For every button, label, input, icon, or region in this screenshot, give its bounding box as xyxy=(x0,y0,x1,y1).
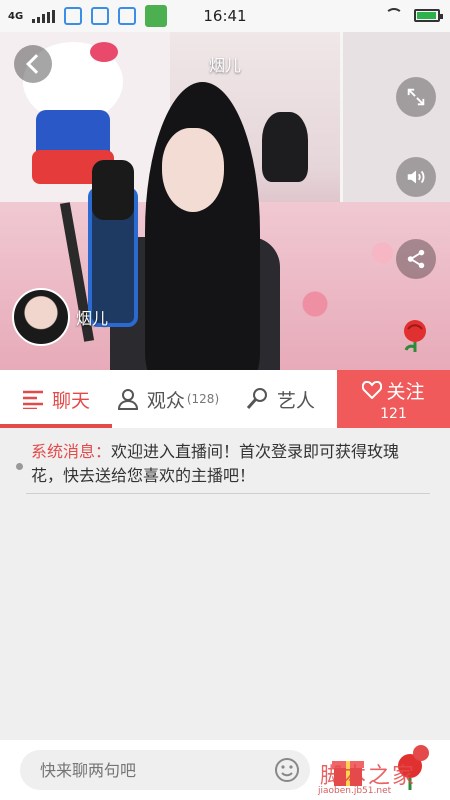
tab-audience[interactable]: 观众 (128) xyxy=(112,370,224,428)
battery-icon xyxy=(414,8,443,22)
status-bar: 4G 16:41 xyxy=(0,0,450,32)
tab-chat[interactable]: 聊天 xyxy=(0,370,112,428)
host-info[interactable]: 烟儿 xyxy=(12,288,108,346)
fullscreen-button[interactable] xyxy=(396,77,436,117)
volume-button[interactable] xyxy=(396,157,436,197)
rose-icon[interactable] xyxy=(398,318,432,354)
follow-button[interactable]: 关注 121 xyxy=(337,370,450,428)
host-avatar[interactable] xyxy=(12,288,70,346)
usb-notification-icon xyxy=(118,7,137,25)
usb-debug-icon xyxy=(145,5,168,27)
host-name: 烟儿 xyxy=(76,309,109,328)
fullscreen-icon xyxy=(407,88,425,106)
watermark-url: jiaoben.jb51.net xyxy=(318,786,392,796)
tab-audience-label: 观众 xyxy=(146,389,185,412)
artist-mic-icon xyxy=(246,388,267,409)
security-notification-icon xyxy=(91,7,110,25)
audience-count: (128) xyxy=(186,392,220,406)
wifi-icon xyxy=(384,8,403,22)
live-video[interactable]: 烟儿 烟儿 xyxy=(0,32,450,370)
follow-count: 121 xyxy=(380,405,407,422)
heart-icon xyxy=(362,381,383,399)
chat-messages: 系统消息：欢迎进入直播间！首次登录即可获得玫瑰花，快去送给您喜欢的主播吧！ xyxy=(0,428,450,740)
emoji-icon[interactable] xyxy=(274,757,300,783)
room-name: 烟儿 xyxy=(208,56,241,75)
share-button[interactable] xyxy=(396,239,436,279)
audience-icon xyxy=(117,389,138,410)
network-type: 4G xyxy=(8,10,24,22)
share-icon xyxy=(407,249,425,269)
chat-list-icon xyxy=(22,390,43,409)
chat-input[interactable] xyxy=(20,750,310,790)
divider xyxy=(26,493,430,494)
follow-label: 关注 xyxy=(386,380,425,403)
tab-artist[interactable]: 艺人 xyxy=(224,370,336,428)
bullet-dot xyxy=(16,463,23,470)
gallery-notification-icon xyxy=(64,7,83,25)
tab-artist-label: 艺人 xyxy=(276,389,315,412)
system-message: 系统消息：欢迎进入直播间！首次登录即可获得玫瑰花，快去送给您喜欢的主播吧！ xyxy=(16,440,428,488)
volume-icon xyxy=(407,170,425,184)
signal-icon xyxy=(32,9,56,23)
tab-chat-label: 聊天 xyxy=(51,389,90,412)
system-message-label: 系统消息： xyxy=(31,442,112,461)
